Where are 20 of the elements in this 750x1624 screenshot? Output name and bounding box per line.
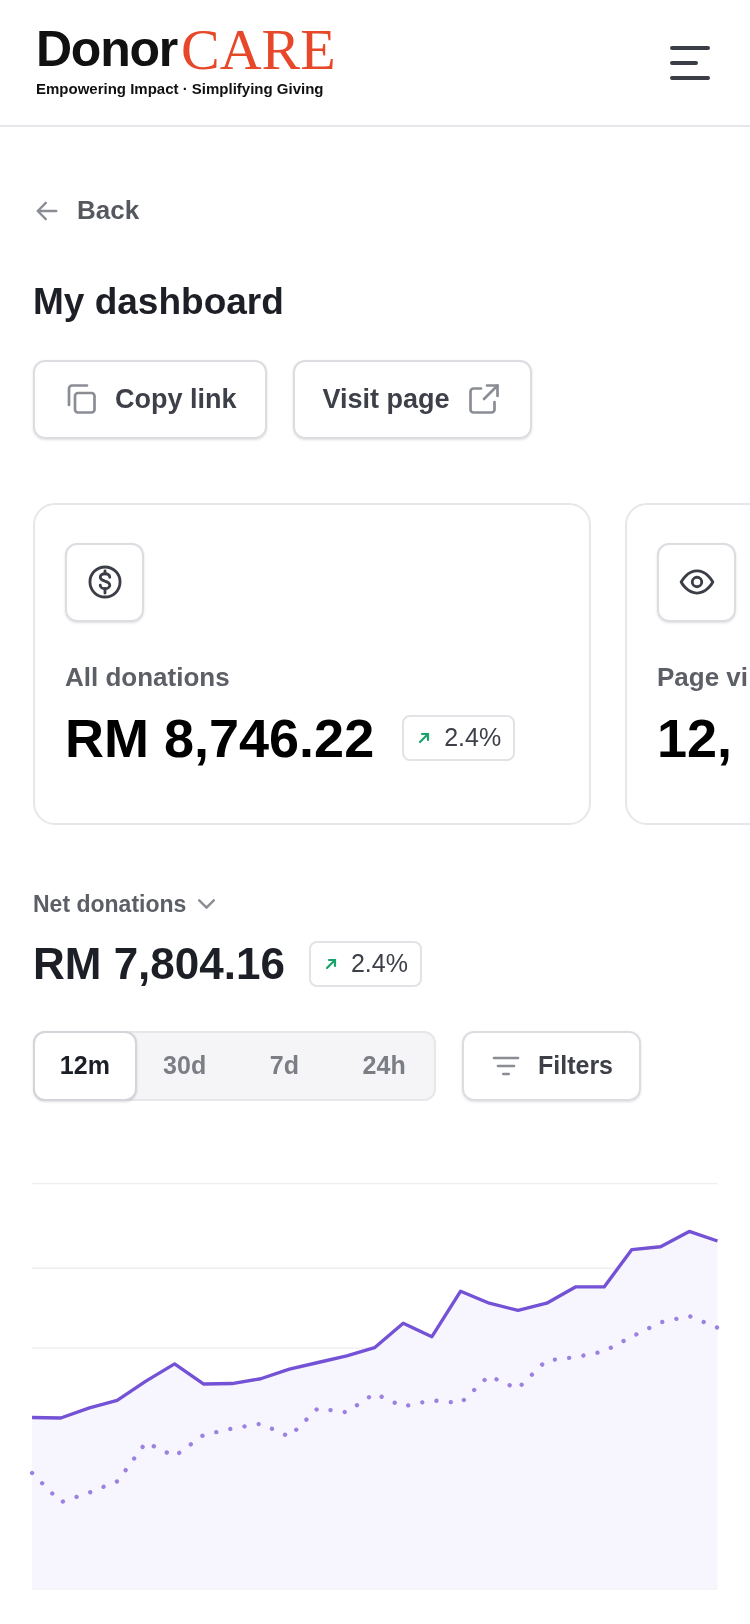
range-tab[interactable]: 24h (334, 1033, 434, 1099)
change-value: 2.4% (350, 948, 408, 980)
range-tab[interactable]: 7d (234, 1033, 335, 1099)
tagline: Empowering Impact · Simplifying Giving (36, 79, 325, 100)
range-tab[interactable]: 12m (33, 1031, 137, 1101)
logo: DonorCARE (36, 24, 336, 75)
stat-label: All donations (65, 660, 231, 694)
change-value: 2.4% (444, 721, 502, 753)
range-tab[interactable]: 30d (134, 1033, 235, 1099)
net-value: RM 7,804.16 (33, 942, 285, 986)
visit-page-button[interactable]: Visit page (292, 359, 532, 439)
back-link[interactable]: Back (33, 191, 140, 230)
metric-dropdown[interactable]: Net donations (33, 886, 216, 921)
stat-label: Page vi (657, 660, 750, 694)
copy-link-button[interactable]: Copy link (33, 359, 267, 439)
stat-value: 12, (657, 710, 733, 765)
filters-button[interactable]: Filters (462, 1031, 642, 1101)
page-title: My dashboard (33, 280, 285, 324)
stat-value: RM 8,746.22 (65, 710, 375, 765)
chevron-down-icon (198, 898, 216, 909)
